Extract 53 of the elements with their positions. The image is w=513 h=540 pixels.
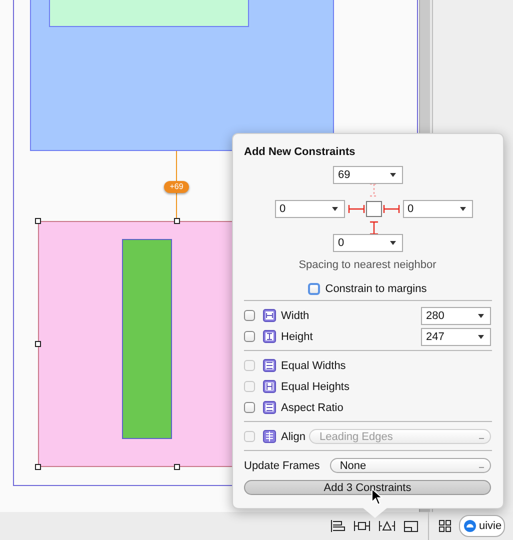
size-dropdown[interactable]: 280 — [421, 306, 491, 324]
spacing-dropdown[interactable]: 0 — [274, 200, 344, 218]
simulator-icon — [463, 519, 477, 533]
dropdown-arrow-icon — [460, 207, 466, 211]
strut-icon[interactable] — [348, 204, 364, 214]
resize-handle[interactable] — [35, 218, 41, 224]
equal-size-icon — [263, 359, 276, 372]
constraint-checkbox[interactable] — [244, 331, 255, 342]
constraint-badge: +69 — [164, 181, 189, 193]
strut-icon[interactable] — [368, 221, 378, 235]
resize-handle[interactable] — [174, 464, 180, 470]
spacing-dropdown[interactable]: 0 — [333, 234, 403, 252]
scheme-name: uivie — [479, 520, 502, 532]
spacing-dropdown[interactable]: 69 — [333, 166, 403, 184]
popover-title: Add New Constraints — [244, 146, 356, 160]
constraint-label: Equal Widths — [281, 360, 346, 372]
constraint-checkbox[interactable] — [244, 310, 255, 321]
dropdown-arrow-icon — [390, 173, 396, 177]
constraint-label: Aspect Ratio — [281, 402, 344, 414]
strut-icon[interactable] — [368, 183, 378, 197]
dropdown-arrow-icon — [478, 314, 484, 318]
constraint-label: Equal Heights — [281, 380, 350, 392]
spacing-dropdown[interactable]: 0 — [402, 200, 472, 218]
strut-icon[interactable] — [382, 204, 400, 214]
margins-checkbox[interactable] — [308, 283, 320, 295]
resizing-tool-icon[interactable] — [403, 519, 419, 533]
dropdown-arrow-icon — [390, 241, 396, 245]
equal-size-icon — [263, 380, 276, 393]
align-label: Align — [281, 430, 306, 442]
resize-handle[interactable] — [174, 218, 180, 224]
width-icon — [263, 309, 276, 322]
view-square-icon — [366, 201, 382, 217]
scheme-selector[interactable]: uivie — [459, 515, 505, 537]
dropdown-arrow-icon — [478, 334, 484, 338]
resolve-tool-icon[interactable] — [378, 519, 396, 533]
grid-icon[interactable] — [438, 519, 452, 533]
update-frames-label: Update Frames — [244, 460, 320, 472]
dropdown-arrow-icon — [332, 207, 338, 211]
update-frames-dropdown[interactable]: None — [330, 458, 491, 473]
spacing-caption: Spacing to nearest neighbor — [298, 259, 438, 273]
checkbox-label: Constrain to margins — [325, 283, 427, 295]
equal-size-icon — [263, 401, 276, 414]
resize-handle[interactable] — [35, 464, 41, 470]
constraint-label: Width — [281, 310, 310, 322]
size-dropdown[interactable]: 247 — [421, 328, 491, 346]
align-icon — [263, 430, 276, 443]
resize-handle[interactable] — [35, 341, 41, 347]
pin-tool-icon[interactable] — [353, 519, 371, 533]
align-tool-icon[interactable] — [330, 519, 346, 533]
constraint-checkbox[interactable] — [244, 402, 255, 413]
add-constraints-button[interactable]: Add 3 Constraints — [244, 480, 491, 495]
constraint-label: Height — [281, 330, 313, 342]
height-icon — [263, 330, 276, 343]
